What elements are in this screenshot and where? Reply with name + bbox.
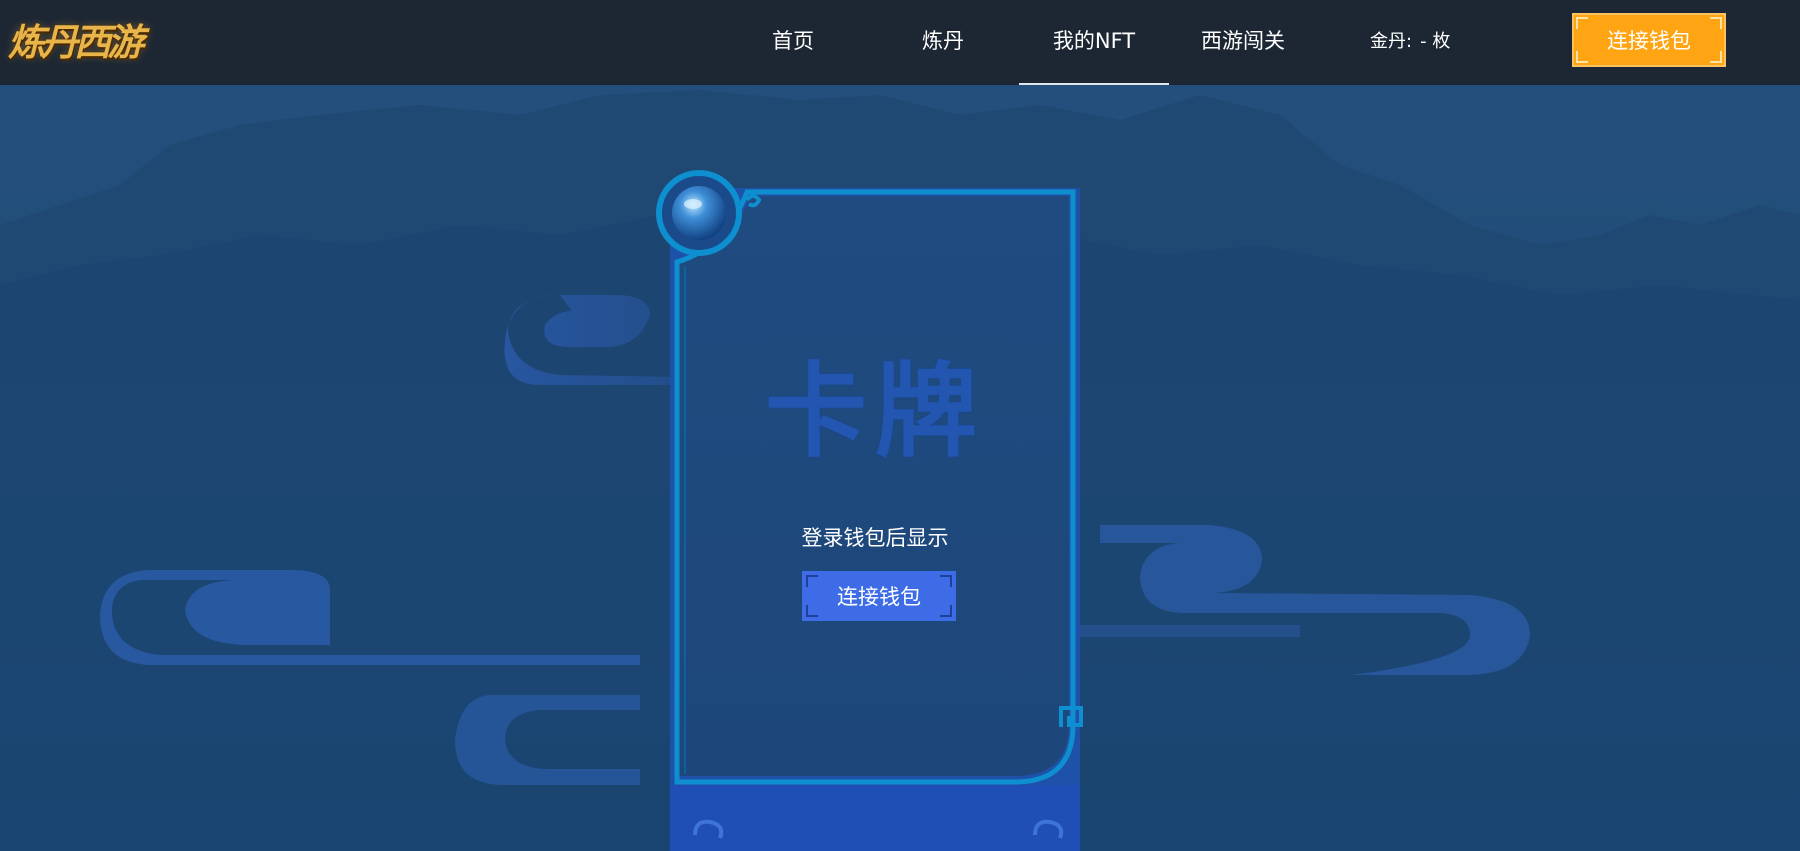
corner-ornament [1710, 51, 1722, 63]
connect-wallet-button[interactable]: 连接钱包 [1572, 13, 1726, 67]
corner-ornament [940, 575, 952, 587]
nft-card-placeholder: 卡牌 登录钱包后显示 连接钱包 [655, 170, 1095, 851]
nav-item-alchemy[interactable]: 炼丹 [883, 0, 1003, 85]
nav-item-home[interactable]: 首页 [733, 0, 853, 85]
balance-label: 金丹: [1370, 31, 1413, 52]
gold-pill-balance: 金丹: - 枚 [1370, 0, 1450, 85]
card-frame [656, 170, 1083, 851]
corner-ornament [806, 575, 818, 587]
corner-ornament [1710, 17, 1722, 29]
corner-ornament [1576, 17, 1588, 29]
card-hint-text: 登录钱包后显示 [801, 526, 949, 550]
card-connect-wallet-label: 连接钱包 [837, 585, 921, 609]
corner-ornament [1576, 51, 1588, 63]
corner-ornament [940, 605, 952, 617]
card-title: 卡牌 [765, 352, 985, 472]
top-nav: 炼丹西游 首页 炼丹 我的NFT 西游闯关 金丹: - 枚 连接钱包 [0, 0, 1800, 85]
connect-wallet-label: 连接钱包 [1607, 29, 1691, 53]
logo[interactable]: 炼丹西游 [8, 14, 144, 70]
corner-ornament [806, 605, 818, 617]
balance-value: - [1420, 31, 1427, 52]
nav-item-journey-west[interactable]: 西游闯关 [1183, 0, 1303, 85]
nav-item-my-nft[interactable]: 我的NFT [1019, 0, 1169, 85]
card-connect-wallet-button[interactable]: 连接钱包 [802, 571, 956, 621]
balance-unit: 枚 [1432, 31, 1451, 52]
